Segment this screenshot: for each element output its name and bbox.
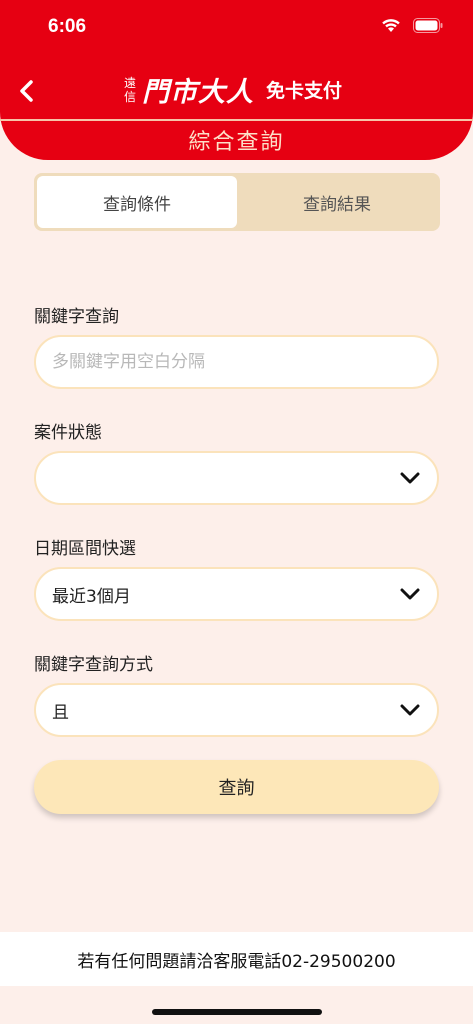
- keyword-mode-value: 且: [52, 702, 69, 723]
- keyword-label: 關鍵字查詢: [34, 307, 119, 327]
- back-button[interactable]: [12, 74, 40, 108]
- brand-company: 遠 信: [124, 76, 136, 104]
- brand-small-top: 遠: [124, 75, 137, 90]
- home-indicator[interactable]: [152, 1009, 322, 1015]
- keyword-field[interactable]: [34, 335, 439, 389]
- keyword-mode-select[interactable]: 且: [34, 683, 439, 737]
- status-time: 6:06: [48, 16, 87, 37]
- app-header: 6:06 遠 信 門市大人 免卡支付 綜合查詢: [0, 0, 473, 160]
- bottom-area: [0, 986, 473, 1024]
- support-footer: 若有任何問題請洽客服電話02-29500200: [0, 932, 473, 986]
- chevron-down-icon: [399, 699, 421, 721]
- brand-logo-text: 門市大人: [142, 77, 255, 108]
- keyword-mode-label: 關鍵字查詢方式: [34, 655, 153, 675]
- page-title: 綜合查詢: [188, 130, 285, 155]
- header-divider: [0, 119, 473, 121]
- date-range-select[interactable]: 最近3個月: [34, 567, 439, 621]
- keyword-input[interactable]: [52, 352, 421, 372]
- query-tabs: 查詢條件 查詢結果: [34, 173, 440, 231]
- chevron-down-icon: [399, 583, 421, 605]
- chevron-down-icon: [399, 467, 421, 489]
- battery-icon: [413, 18, 443, 33]
- date-range-value: 最近3個月: [52, 586, 131, 607]
- tab-query-conditions[interactable]: 查詢條件: [37, 176, 237, 228]
- case-status-label: 案件狀態: [34, 423, 102, 443]
- search-button[interactable]: 查詢: [34, 760, 439, 814]
- tab-query-results[interactable]: 查詢結果: [237, 176, 437, 228]
- chevron-left-icon: [20, 80, 33, 102]
- support-phone-text: 若有任何問題請洽客服電話02-29500200: [77, 951, 396, 972]
- brand-logo: 遠 信 門市大人 免卡支付: [124, 70, 342, 109]
- case-status-select[interactable]: [34, 451, 439, 505]
- wifi-icon: [381, 18, 401, 33]
- status-bar: 6:06: [0, 0, 473, 52]
- app-screen: 6:06 遠 信 門市大人 免卡支付 綜合查詢 查詢條件 查詢結果 關鍵字查詢 …: [0, 0, 473, 1024]
- brand-small-bottom: 信: [124, 89, 137, 104]
- date-range-label: 日期區間快選: [34, 539, 136, 559]
- status-icons: [381, 18, 443, 33]
- brand-service-name: 免卡支付: [266, 80, 343, 102]
